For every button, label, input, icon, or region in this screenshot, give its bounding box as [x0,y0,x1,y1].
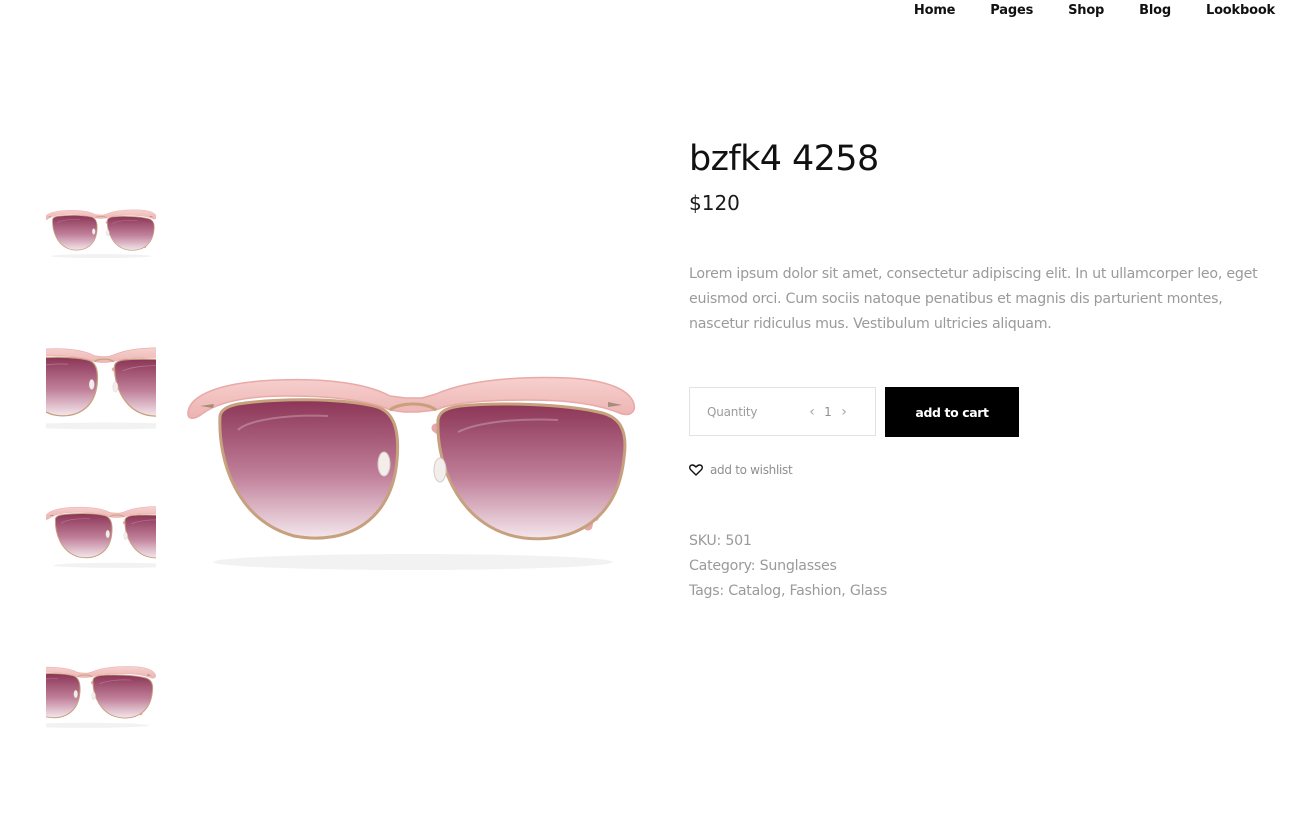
tags-label: Tags: [689,583,724,599]
product-thumbnail[interactable] [46,180,156,280]
quantity-label: Quantity [707,404,758,419]
tag-separator: , [780,583,786,599]
nav-link-home[interactable]: Home [914,3,956,18]
sku-value: 501 [725,533,752,549]
add-to-wishlist-link[interactable]: add to wishlist [689,463,793,477]
sunglasses-thumbnail-image [46,654,156,738]
product-thumbnail[interactable] [46,640,156,740]
chevron-left-icon[interactable]: ‹ [805,404,819,420]
sku-line: SKU: 501 [689,529,887,554]
tags-line: Tags: Catalog, Fashion, Glass [689,579,887,604]
sunglasses-thumbnail-image [46,198,156,268]
add-to-cart-button[interactable]: add to cart [885,387,1019,437]
tag-link[interactable]: Glass [850,583,887,599]
sunglasses-thumbnail-image [46,332,156,430]
product-main-image[interactable] [178,340,648,600]
main-navigation: Home Pages Shop Blog Lookbook [914,3,1275,18]
product-description: Lorem ipsum dolor sit amet, consectetur … [689,266,1258,332]
product-price: $120 [689,191,740,215]
sunglasses-thumbnail-image [46,494,156,578]
nav-link-lookbook[interactable]: Lookbook [1206,3,1275,18]
tag-link[interactable]: Fashion [789,583,841,599]
quantity-input[interactable]: 1 [819,405,837,419]
wishlist-label: add to wishlist [710,463,793,477]
nav-link-blog[interactable]: Blog [1139,3,1171,18]
tag-link[interactable]: Catalog [728,583,781,599]
heart-icon [689,464,703,476]
nav-link-shop[interactable]: Shop [1068,3,1104,18]
nav-link-pages[interactable]: Pages [990,3,1033,18]
tag-separator: , [841,583,846,599]
category-link[interactable]: Sunglasses [760,558,837,574]
category-line: Category: Sunglasses [689,554,887,579]
product-thumbnail[interactable] [46,330,156,430]
product-thumbnail[interactable] [46,480,156,580]
product-meta: SKU: 501 Category: Sunglasses Tags: Cata… [689,529,887,604]
add-to-cart-row: Quantity ‹ 1 › add to cart [689,387,1019,437]
sku-label: SKU: [689,533,722,549]
product-summary: bzfk4 4258 $120 Lorem ipsum dolor sit am… [689,136,1269,599]
chevron-right-icon[interactable]: › [837,404,851,420]
quantity-stepper: Quantity ‹ 1 › [689,387,876,436]
product-title: bzfk4 4258 [689,139,879,179]
sunglasses-image [178,340,648,600]
category-label: Category: [689,558,756,574]
